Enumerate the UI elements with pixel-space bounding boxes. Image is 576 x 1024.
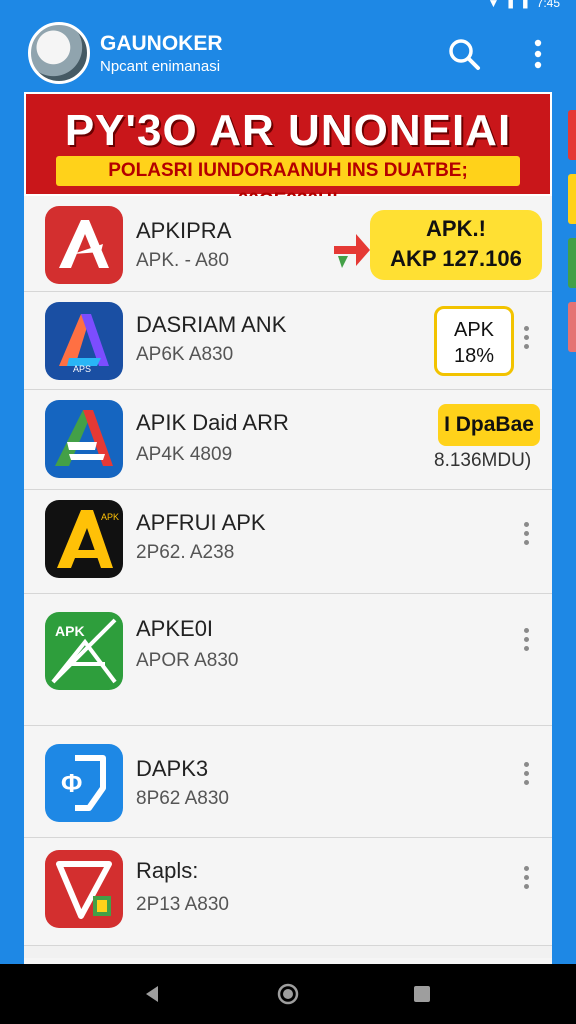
back-icon <box>146 986 158 1002</box>
app-name: Rapls: <box>136 858 199 883</box>
item-menu-button[interactable] <box>516 758 536 792</box>
recents-button[interactable] <box>410 982 434 1006</box>
dasriam-icon: APS <box>45 302 123 380</box>
svg-text:Φ: Φ <box>61 768 82 798</box>
dapk-icon: Φ <box>45 744 123 822</box>
search-icon <box>449 39 480 70</box>
banner-subtitle: POLASRI IUNDORAANUH INS DUATBE; 00GE930U… <box>56 156 520 211</box>
item-menu-button[interactable] <box>516 862 536 896</box>
side-tab[interactable] <box>568 174 576 224</box>
overflow-menu-icon <box>534 39 542 69</box>
app-meta: 2P62. A238 <box>136 542 235 563</box>
app-name: APKIPRA <box>136 218 232 243</box>
app-list: APKIPRA APK. - A80 APK.! AKP 127.106 APS <box>24 196 552 946</box>
signal-icon: ▮ <box>507 0 515 10</box>
app-icon: APK <box>45 612 123 690</box>
overflow-menu-button[interactable] <box>526 36 550 72</box>
badge-line: APK.! <box>426 216 486 241</box>
side-tab[interactable] <box>568 238 576 288</box>
app-name: APFRUI APK <box>136 510 266 535</box>
apkeoi-icon: APK <box>45 612 123 690</box>
app-icon <box>45 206 123 284</box>
app-icon: APK <box>45 500 123 578</box>
item-menu-button[interactable] <box>516 322 536 356</box>
badge-line: AKP 127.106 <box>390 246 522 271</box>
item-menu-button[interactable] <box>516 518 536 552</box>
app-name: DASRIAM ANK <box>136 312 287 337</box>
system-nav-bar <box>0 964 576 1024</box>
app-name: APKE0I <box>136 616 214 641</box>
list-item[interactable]: APKIPRA APK. - A80 APK.! AKP 127.106 <box>24 196 552 292</box>
download-size: 8.136MDU) <box>434 450 532 471</box>
list-item[interactable]: APK APKE0I APOR A830 <box>24 594 552 726</box>
battery-icon: ▮ <box>522 0 529 10</box>
app-title: GAUNOKER <box>100 32 223 55</box>
app-icon <box>45 850 123 928</box>
rating-badge[interactable]: APK 18% <box>434 306 514 376</box>
recents-icon <box>414 986 430 1002</box>
svg-text:APK: APK <box>55 623 85 639</box>
home-icon <box>277 983 299 1005</box>
app-icon: APS <box>45 302 123 380</box>
badge-line: 18% <box>453 345 495 367</box>
wifi-icon: ▼ <box>487 0 500 10</box>
app-meta: 8P62 A830 <box>136 788 229 809</box>
main-panel: PY'3O AR UNONEIAI POLASRI IUNDORAANUH IN… <box>24 92 552 982</box>
apfrui-icon: APK <box>45 500 123 578</box>
app-name: DAPK3 <box>136 756 209 781</box>
app-icon: Φ <box>45 744 123 822</box>
list-item[interactable]: APK APFRUI APK 2P62. A238 <box>24 490 552 594</box>
list-item[interactable]: APIK Daid ARR AP4K 4809 I DpaBae 8.136MD… <box>24 390 552 490</box>
status-bar: ▼ ▮ ▮ 7:45 <box>0 0 576 14</box>
apik-daid-icon <box>45 400 123 478</box>
app-meta: 2P13 A830 <box>136 894 229 915</box>
badge-line: APK <box>453 319 495 341</box>
back-button[interactable] <box>140 982 164 1006</box>
status-time: 7:45 <box>536 0 560 10</box>
rapls-icon <box>45 850 123 928</box>
list-item[interactable]: APS DASRIAM ANK AP6K A830 APK 18% <box>24 292 552 390</box>
list-item[interactable]: Φ DAPK3 8P62 A830 <box>24 726 552 838</box>
search-button[interactable] <box>446 36 482 72</box>
promo-banner[interactable]: PY'3O AR UNONEIAI POLASRI IUNDORAANUH IN… <box>24 92 552 211</box>
app-bar: GAUNOKER Npcant enimanasi <box>0 14 576 92</box>
app-icon <box>45 400 123 478</box>
app-meta: AP6K A830 <box>136 344 234 365</box>
app-subtitle: Npcant enimanasi <box>100 58 221 75</box>
app-meta: AP4K 4809 <box>136 444 233 465</box>
version-badge[interactable]: APK.! AKP 127.106 <box>370 210 542 280</box>
app-meta: APOR A830 <box>136 650 239 671</box>
home-button[interactable] <box>276 982 300 1006</box>
apkipra-icon <box>45 206 123 284</box>
app-logo[interactable] <box>28 22 90 84</box>
svg-text:APK: APK <box>101 512 119 522</box>
side-tab[interactable] <box>568 110 576 160</box>
download-badge[interactable]: I DpaBae <box>438 404 540 446</box>
app-meta: APK. - A80 <box>136 250 229 271</box>
app-name: APIK Daid ARR <box>136 410 289 435</box>
item-menu-button[interactable] <box>516 624 536 658</box>
list-item[interactable]: Rapls: 2P13 A830 <box>24 838 552 946</box>
arrow-icon <box>334 234 370 268</box>
svg-text:APS: APS <box>73 364 91 374</box>
side-tabs <box>568 110 576 366</box>
banner-title: PY'3O AR UNONEIAI <box>64 106 512 155</box>
side-tab[interactable] <box>568 302 576 352</box>
